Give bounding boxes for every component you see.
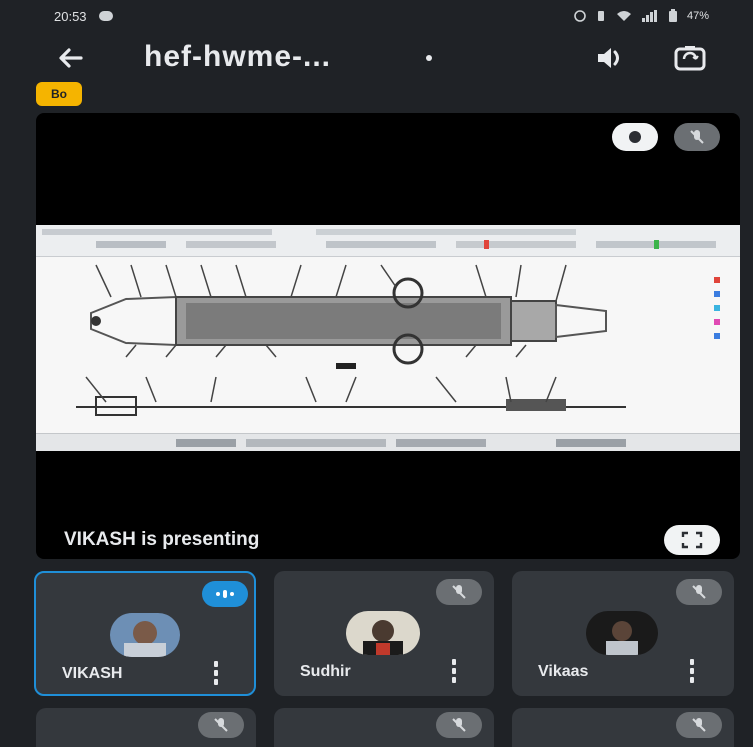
muted-indicator: [676, 579, 722, 605]
avatar: [110, 613, 180, 657]
participant-tile-sudhir[interactable]: Sudhir: [274, 571, 494, 696]
signal-icon: [641, 10, 657, 22]
participant-name: Sudhir: [300, 663, 351, 680]
battery-level: 47%: [686, 10, 709, 22]
speaker-button[interactable]: [590, 40, 628, 76]
avatar-image: [346, 611, 420, 655]
speaking-indicator: [202, 581, 248, 607]
avatar: [586, 611, 658, 655]
muted-indicator: [676, 712, 722, 738]
breakout-badge: Bo: [36, 82, 82, 106]
presenting-label: VIKASH is presenting: [64, 529, 260, 550]
muted-indicator: [198, 712, 244, 738]
status-right: 47%: [574, 9, 709, 23]
alarm-icon: [574, 10, 586, 22]
taskbar-graphics: [176, 439, 626, 447]
more-options-button[interactable]: [450, 659, 458, 683]
meeting-header: hef-hwme-...: [0, 34, 753, 82]
participant-tile[interactable]: [274, 708, 494, 747]
arrow-left-icon: [59, 48, 83, 68]
shared-screen: [36, 225, 740, 451]
presentation-mute-chip[interactable]: [674, 123, 720, 151]
avatar: [346, 611, 420, 655]
presentation-view[interactable]: VIKASH is presenting: [36, 113, 740, 559]
mic-off-icon: [214, 718, 228, 732]
flip-camera-icon: [674, 46, 706, 71]
status-bar: 20:53 47%: [0, 0, 753, 32]
pin-icon: [629, 131, 641, 143]
participant-tile[interactable]: [36, 708, 256, 747]
mic-off-icon: [452, 585, 466, 599]
audio-wave-icon: [216, 590, 234, 598]
pin-button[interactable]: [612, 123, 658, 151]
title-dropdown-dot[interactable]: [426, 55, 432, 61]
engineering-drawing: [36, 257, 740, 433]
meeting-title[interactable]: hef-hwme-...: [144, 40, 331, 74]
avatar-image: [586, 611, 658, 655]
status-left: 20:53: [54, 9, 113, 24]
mic-off-icon: [692, 718, 706, 732]
participant-tile[interactable]: [512, 708, 734, 747]
more-options-button[interactable]: [688, 659, 696, 683]
battery-icon: [668, 9, 677, 22]
more-options-button[interactable]: [212, 661, 220, 685]
mic-off-icon: [452, 718, 466, 732]
flip-camera-button[interactable]: [670, 40, 710, 76]
speaker-icon: [598, 48, 619, 68]
drawing-graphics: [76, 264, 720, 416]
notification-icon: [98, 11, 113, 21]
participant-name: VIKASH: [62, 665, 123, 682]
shared-screen-taskbar: [36, 433, 740, 451]
avatar-image: [110, 613, 180, 657]
participant-tile-vikaas[interactable]: Vikaas: [512, 571, 734, 696]
back-button[interactable]: [54, 42, 86, 74]
shared-screen-toolbar: [36, 225, 740, 257]
mic-off-icon: [690, 130, 704, 144]
wifi-icon: [616, 11, 631, 21]
toolbar-graphics: [42, 229, 716, 249]
vibrate-icon: [597, 11, 604, 21]
participant-tile-vikash[interactable]: VIKASH: [34, 571, 256, 696]
participant-name: Vikaas: [538, 663, 589, 680]
muted-indicator: [436, 579, 482, 605]
fullscreen-icon: [681, 531, 703, 549]
mic-off-icon: [692, 585, 706, 599]
muted-indicator: [436, 712, 482, 738]
fullscreen-button[interactable]: [664, 525, 720, 555]
status-time: 20:53: [54, 8, 87, 24]
